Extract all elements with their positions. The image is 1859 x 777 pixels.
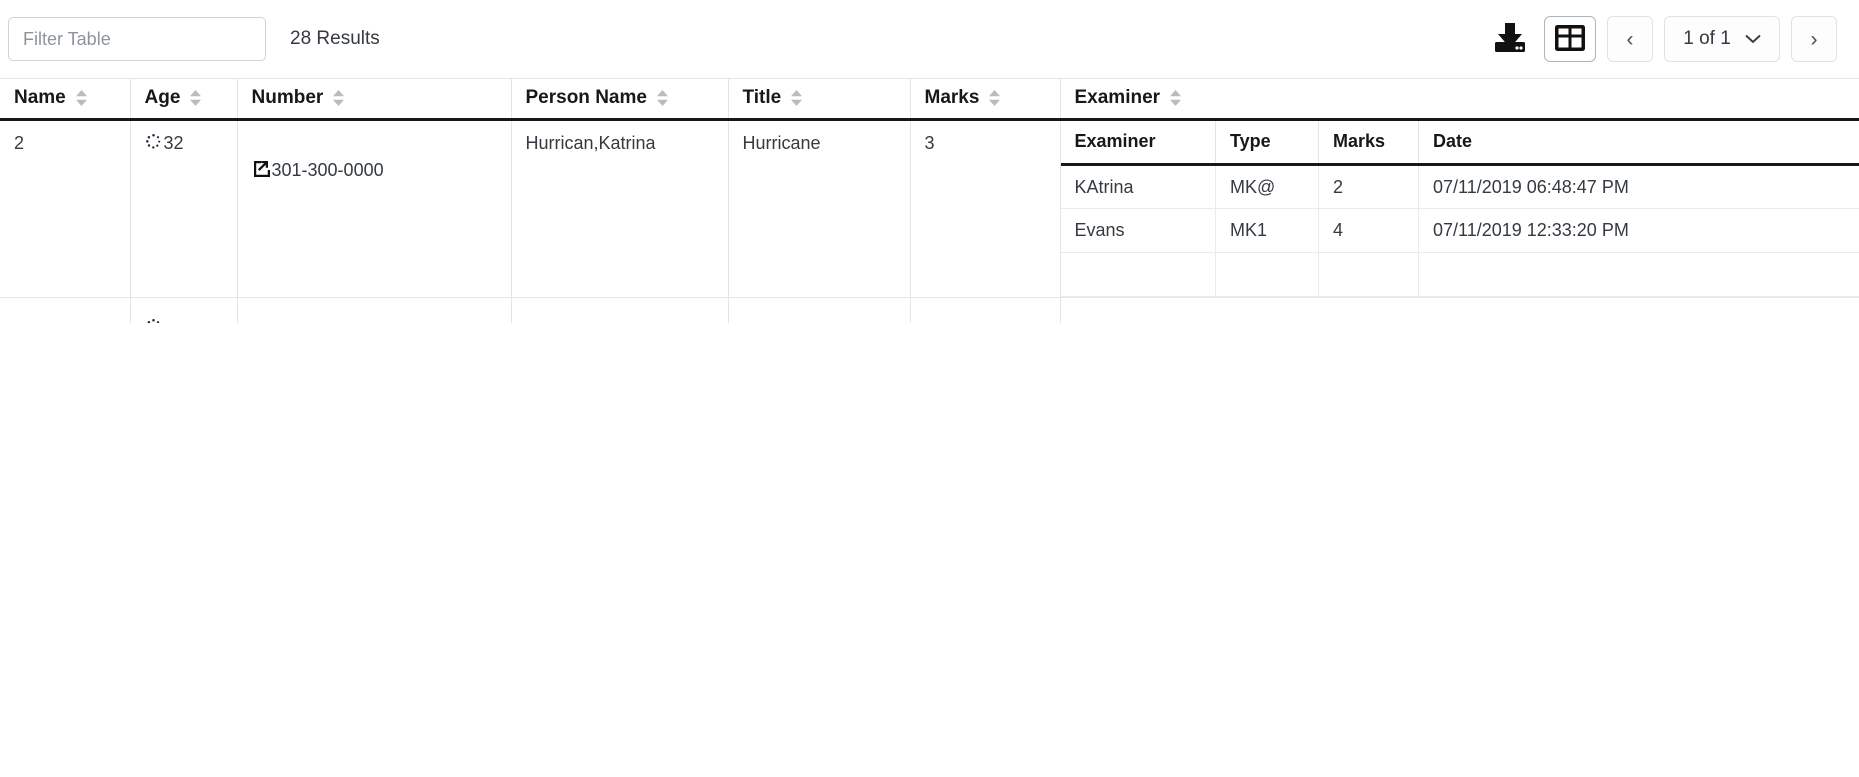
column-header-marks[interactable]: Marks [910,79,1061,121]
column-header-examiner[interactable]: Examiner [1060,79,1859,121]
subcell-type: MK@ [1215,164,1319,209]
sort-toggle-icon[interactable] [1169,89,1182,107]
subcolumn-header-marks: Marks [1318,120,1419,166]
prev-page-button[interactable]: ‹ [1607,16,1653,62]
subcell-examiner: Evans [1060,208,1216,253]
next-page-button[interactable]: › [1791,16,1837,62]
cell-age [130,297,238,323]
subcell-marks [1318,252,1419,297]
cell-title [728,297,911,323]
table-body: 2 32 301-300-0000 Hurrican,Katrina Hurri… [0,119,1859,323]
cell-marks [910,297,1061,323]
download-button[interactable] [1487,16,1533,62]
examiner-subtable-header-row: Examiner Type Marks Date [1060,120,1859,166]
cell-name [0,297,131,323]
toolbar-actions: ‹ 1 of 1 › [1487,16,1837,62]
table-row[interactable] [0,297,1859,323]
table-header-row: Name Age Number Person Name Title Marks … [0,79,1859,121]
chevron-down-icon [1745,28,1761,50]
column-header-title[interactable]: Title [728,79,911,121]
cell-examiner [1060,297,1859,323]
grid-view-button[interactable] [1544,16,1596,62]
sort-toggle-icon[interactable] [189,89,202,107]
examiner-subtable-header: Examiner Type Marks Date [1060,120,1859,166]
column-label: Person Name [525,87,647,109]
external-link-icon [252,159,270,182]
cell-number: 301-300-0000 [237,119,512,298]
subcolumn-header-examiner: Examiner [1060,120,1216,166]
examiner-subtable-body: KAtrina MK@ 2 07/11/2019 06:48:47 PM Eva… [1060,164,1859,297]
table-grid-icon [1555,24,1585,54]
table-row[interactable]: 2 32 301-300-0000 Hurrican,Katrina Hurri… [0,119,1859,298]
sort-toggle-icon[interactable] [790,89,803,107]
download-icon [1493,22,1527,57]
phone-number-link[interactable]: 301-300-0000 [252,159,511,182]
filter-table-input[interactable] [8,17,266,61]
column-header-name[interactable]: Name [0,79,131,121]
subcell-type: MK1 [1215,208,1319,253]
examiner-subtable-row[interactable]: Evans MK1 4 07/11/2019 12:33:20 PM [1060,208,1859,253]
chevron-left-icon: ‹ [1626,27,1634,51]
cell-number [237,297,512,323]
cell-person-name: Hurrican,Katrina [511,119,729,298]
results-count-label: 28 Results [290,28,380,49]
sort-toggle-icon[interactable] [988,89,1001,107]
examiner-subtable: Examiner Type Marks Date KAtrina MK@ 2 0… [1060,120,1859,297]
table-toolbar: 28 Results [0,0,1859,78]
subcell-type [1215,252,1319,297]
cell-marks: 3 [910,119,1061,298]
subcolumn-header-type: Type [1215,120,1319,166]
sort-toggle-icon[interactable] [332,89,345,107]
loading-spinner-icon [145,133,162,155]
column-label: Number [251,87,324,109]
sort-toggle-icon[interactable] [656,89,669,107]
column-label: Title [742,87,782,109]
column-label: Name [14,87,66,109]
data-table-container: Name Age Number Person Name Title Marks … [0,78,1859,323]
subcell-date: 07/11/2019 06:48:47 PM [1418,164,1859,209]
data-table: Name Age Number Person Name Title Marks … [0,79,1859,323]
cell-name: 2 [0,119,131,298]
cell-person-name [511,297,729,323]
column-label: Examiner [1074,87,1161,109]
page-select-label: 1 of 1 [1683,28,1731,49]
chevron-right-icon: › [1810,27,1818,51]
column-label: Age [144,87,181,109]
page-select[interactable]: 1 of 1 [1664,16,1780,62]
subcell-examiner: KAtrina [1060,164,1216,209]
subcell-marks: 2 [1318,164,1419,209]
column-header-person-name[interactable]: Person Name [511,79,729,121]
examiner-subtable-row[interactable]: KAtrina MK@ 2 07/11/2019 06:48:47 PM [1060,164,1859,209]
examiner-subtable-row[interactable] [1060,252,1859,297]
cell-age: 32 [130,119,238,298]
cell-title: Hurricane [728,119,911,298]
subcolumn-header-date: Date [1418,120,1859,166]
column-header-age[interactable]: Age [130,79,238,121]
subcell-date [1418,252,1859,297]
subcell-examiner [1060,252,1216,297]
column-label: Marks [924,87,980,109]
sort-toggle-icon[interactable] [75,89,88,107]
subcell-marks: 4 [1318,208,1419,253]
phone-number-value: 301-300-0000 [271,159,384,180]
column-header-number[interactable]: Number [237,79,512,121]
subcell-date: 07/11/2019 12:33:20 PM [1418,208,1859,253]
table-header: Name Age Number Person Name Title Marks … [0,79,1859,121]
age-value: 32 [163,133,184,153]
loading-spinner-icon [145,310,162,323]
cell-examiner: Examiner Type Marks Date KAtrina MK@ 2 0… [1060,119,1859,298]
